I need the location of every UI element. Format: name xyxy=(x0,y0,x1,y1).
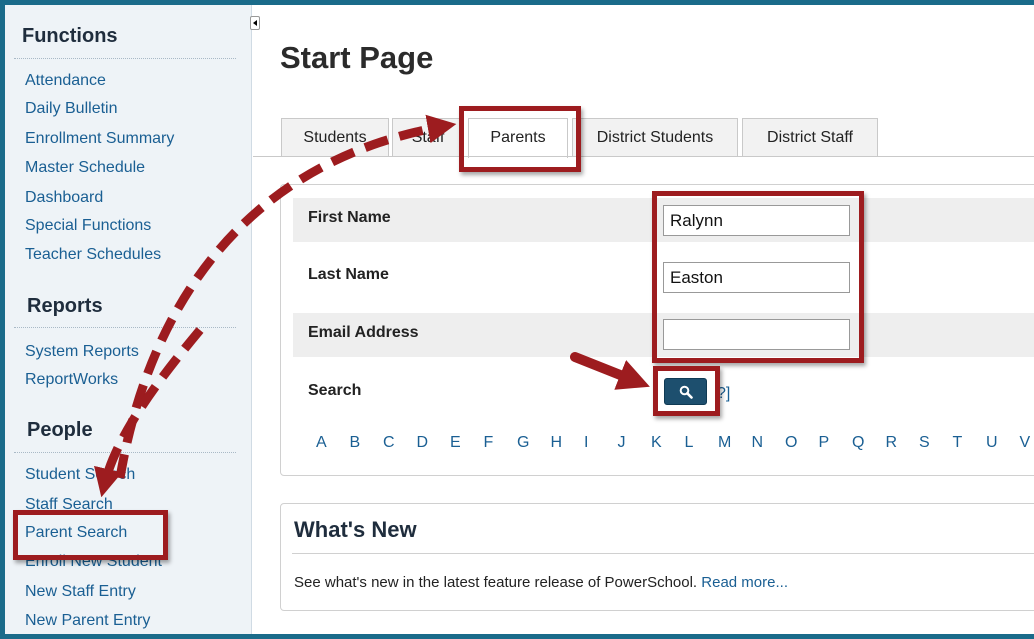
curved-dashed-arrow xyxy=(115,114,457,479)
pointer-arrow xyxy=(570,352,650,390)
annotation-arrows xyxy=(94,114,650,498)
